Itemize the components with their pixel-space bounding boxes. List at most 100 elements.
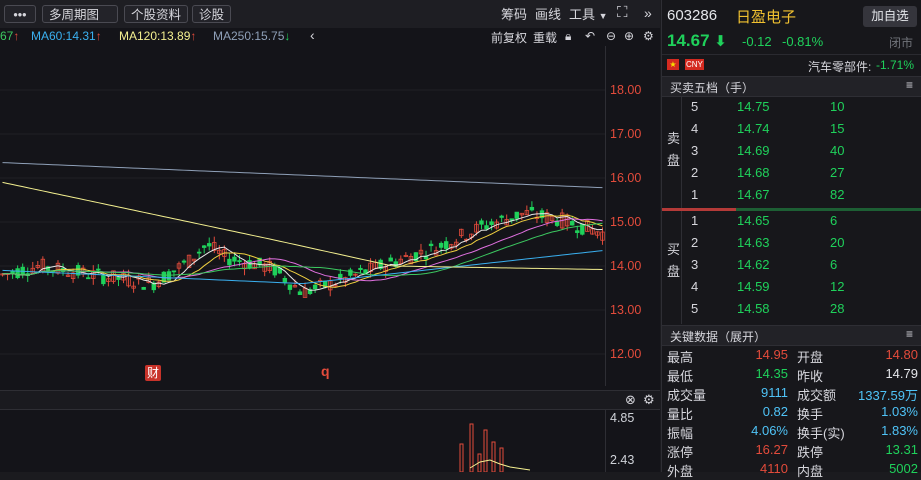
candle-body	[96, 268, 101, 271]
period-dropdown[interactable]: 多周期图 ▼	[42, 5, 118, 39]
y-tick-label: 17.00	[610, 127, 642, 141]
chevron-left-icon[interactable]: ‹	[310, 27, 315, 43]
sell-order-price: 14.74	[737, 121, 770, 136]
orderbook-header[interactable]: 买卖五档（手） ≡	[662, 76, 921, 97]
settings-gear-icon[interactable]: ⚙	[643, 392, 655, 408]
sell-order-row[interactable]: 5 14.75 10	[682, 99, 921, 121]
sell-order-row[interactable]: 3 14.69 40	[682, 143, 921, 165]
candle-body	[575, 230, 580, 233]
key-data-label: 内盘	[797, 464, 824, 479]
sell-order-idx: 5	[691, 99, 699, 114]
candle-body	[479, 220, 484, 225]
sell-order-price: 14.75	[737, 99, 770, 114]
buy-order-row[interactable]: 5 14.58 28	[682, 301, 921, 323]
buy-order-idx: 2	[691, 235, 699, 250]
sell-order-price: 14.68	[737, 165, 770, 180]
china-flag-icon: ★	[667, 59, 679, 70]
fullscreen-icon[interactable]: ⛶	[617, 4, 628, 22]
ma10-line	[2, 214, 603, 288]
buy-order-row[interactable]: 4 14.59 12	[682, 279, 921, 301]
reload-button[interactable]: 重载	[533, 29, 557, 46]
y-tick-label: 12.00	[610, 347, 642, 361]
lock-icon[interactable]: 🔒︎	[565, 29, 571, 44]
price-change: -0.12	[742, 34, 772, 49]
sell-order-row[interactable]: 1 14.67 82	[682, 187, 921, 209]
last-price: 14.67 ⬇	[667, 31, 727, 50]
settings-gear-icon[interactable]: ⚙	[643, 29, 654, 43]
zoom-in-icon[interactable]: ⊕	[624, 29, 634, 43]
candle-body	[297, 291, 303, 296]
sell-order-row[interactable]: 2 14.68 27	[682, 165, 921, 187]
add-watchlist-button[interactable]: 加自选	[863, 6, 917, 27]
indicator-bar	[499, 447, 504, 472]
undo-icon[interactable]: ↶	[585, 29, 595, 43]
key-data-label: 昨收	[797, 369, 824, 384]
ma-legend: 67↑ MA60:14.31↑ MA120:13.89↑ MA250:15.75…	[0, 27, 660, 46]
sell-order-vol: 40	[830, 143, 845, 158]
currency-badge: CNY	[685, 59, 704, 70]
quote-panel: 603286 日盈电子 加自选 14.67 ⬇ -0.12 -0.81% 闭市 …	[661, 0, 921, 479]
key-data-label: 外盘	[667, 464, 694, 479]
industry-name[interactable]: 汽车零部件:	[808, 58, 871, 75]
caret-down-icon: ▼	[598, 11, 608, 21]
key-data-value: 1337.59万	[858, 388, 918, 403]
menu-icon[interactable]: ≡	[906, 78, 913, 92]
key-data-label: 开盘	[797, 350, 824, 365]
q-marker[interactable]: q	[321, 363, 330, 379]
close-icon[interactable]: ⊗	[625, 392, 636, 408]
stock-name: 日盈电子	[736, 9, 797, 26]
draw-line-button[interactable]: 画线	[535, 6, 561, 24]
key-data-label: 最低	[667, 369, 694, 384]
key-data-value: 4110	[760, 461, 788, 476]
finance-report-marker[interactable]: 财	[145, 365, 161, 381]
key-data-title: 关键数据（展开）	[670, 330, 767, 344]
chips-button[interactable]: 筹码	[501, 6, 527, 24]
buy-order-price: 14.62	[737, 257, 770, 272]
candle-body	[207, 243, 212, 247]
key-data-value: 14.79	[885, 366, 918, 381]
diagnose-button[interactable]: 诊股	[192, 5, 232, 23]
buy-order-row[interactable]: 2 14.63 20	[682, 235, 921, 257]
sell-order-price: 14.67	[737, 187, 770, 202]
zoom-out-icon[interactable]: ⊖	[606, 29, 616, 43]
ma120-line	[2, 181, 603, 271]
buy-order-price: 14.59	[737, 279, 770, 294]
period-label: 多周期图	[49, 8, 100, 22]
buy-side-label: 买盘	[667, 242, 681, 279]
buy-order-row[interactable]: 1 14.65 6	[682, 213, 921, 235]
buy-order-idx: 3	[691, 257, 699, 272]
buy-order-idx: 1	[691, 213, 699, 228]
sell-order-vol: 82	[830, 187, 845, 202]
candle-body	[166, 271, 172, 281]
candle-body	[227, 258, 232, 266]
sell-order-row[interactable]: 4 14.74 15	[682, 121, 921, 143]
more-button[interactable]: •••	[4, 5, 36, 23]
menu-icon[interactable]: ≡	[906, 327, 913, 341]
adjust-forward-button[interactable]: 前复权	[491, 29, 527, 46]
key-data-header[interactable]: 关键数据（展开） ≡	[662, 325, 921, 346]
sell-side-label: 卖盘	[667, 131, 681, 168]
key-data-label: 跌停	[797, 445, 824, 460]
tools-dropdown[interactable]: 工具 ▼	[569, 6, 608, 24]
candle-body	[201, 245, 207, 248]
buy-order-row[interactable]: 3 14.62 6	[682, 257, 921, 279]
orderbook-title: 买卖五档（手）	[670, 81, 755, 95]
candle-body	[15, 268, 20, 279]
chart-panel: ••• 多周期图 ▼ 个股资料 诊股 筹码 画线 工具 ▼ ⛶ » 67↑ MA…	[0, 0, 660, 472]
candlestick-chart[interactable]	[0, 46, 605, 382]
y-tick-label: 14.00	[610, 259, 642, 273]
industry-change: -1.71%	[876, 58, 915, 72]
candle-body	[86, 277, 91, 280]
candle-body	[181, 260, 187, 263]
key-data-value: 14.80	[885, 347, 918, 362]
stock-profile-button[interactable]: 个股资料	[124, 5, 189, 23]
candle-body	[287, 284, 293, 290]
candle-body	[141, 287, 146, 290]
indicator-chart[interactable]	[0, 410, 605, 472]
key-data-label: 换手(实)	[797, 426, 845, 441]
key-data-value: 13.31	[885, 442, 918, 457]
chevron-right-double-icon[interactable]: »	[644, 4, 652, 22]
sell-order-vol: 15	[830, 121, 845, 136]
buy-order-vol: 12	[830, 279, 845, 294]
key-data-value: 5002	[889, 461, 918, 476]
